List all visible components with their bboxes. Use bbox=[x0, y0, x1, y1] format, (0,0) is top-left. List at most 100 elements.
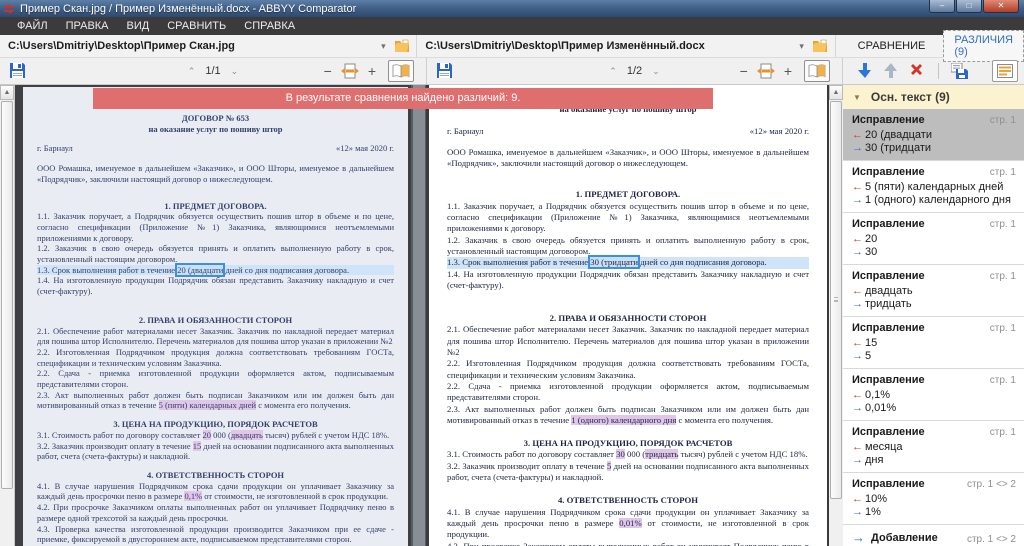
left-document-path[interactable]: C:\Users\Dmitriy\Desktop\Пример Скан.jpg bbox=[0, 40, 375, 52]
right-document-viewer[interactable]: ДОГОВОР № 653на оказание услуг по пошиву… bbox=[429, 85, 827, 546]
difference-value: 30 bbox=[865, 246, 878, 258]
delete-difference-button[interactable] bbox=[910, 63, 926, 79]
doc-paragraph: ООО Ромашка, именуемое в дальнейшем «Зак… bbox=[447, 147, 809, 170]
differences-list: Исправление стр. 1 ← 20 (двадцати → 30 (тридц… bbox=[843, 109, 1024, 546]
doc-paragraph: 2.2. Изготовленная Подрядчиком продукция… bbox=[447, 358, 809, 381]
doc-paragraph: 2.1. Обеспечение работ материалами несет… bbox=[37, 326, 394, 347]
left-path-dropdown-icon[interactable]: ▾ bbox=[375, 41, 391, 52]
difference-page-ref: стр. 1 <> 2 bbox=[966, 534, 1016, 545]
left-document-scrollbar[interactable]: ▲ bbox=[0, 85, 15, 546]
added-arrow-icon: → bbox=[852, 246, 863, 258]
differences-group-header[interactable]: ▼ Осн. текст (9) bbox=[843, 85, 1024, 109]
difference-highlight[interactable]: 0,01% bbox=[619, 517, 642, 528]
right-page-navigation: ⌃ 1/2 ⌄ bbox=[427, 65, 842, 77]
right-scrollbar-thumb[interactable] bbox=[830, 101, 842, 499]
doc-text: 2.2. Изготовленная Подрядчиком продукция… bbox=[37, 346, 394, 368]
doc-text: 3.1. Стоимость работ по договору составл… bbox=[37, 429, 203, 440]
doc-paragraph: 4. ОТВЕТСТВЕННОСТЬ СТОРОН bbox=[37, 470, 394, 481]
menu-edit[interactable]: ПРАВКА bbox=[57, 17, 118, 35]
difference-item[interactable]: Исправление стр. 1 ← 20 → 30 bbox=[843, 213, 1024, 265]
left-scrollbar-thumb[interactable] bbox=[1, 101, 13, 489]
left-document-selector[interactable]: C:\Users\Dmitriy\Desktop\Пример Скан.jpg… bbox=[0, 35, 418, 57]
difference-highlight[interactable]: 20 (двадцати bbox=[177, 264, 224, 275]
right-page-up-icon[interactable]: ⌃ bbox=[599, 66, 627, 76]
difference-removed-line: ← 20 (двадцати bbox=[852, 129, 1016, 142]
difference-added-line: → 1 (одного) календарного дня bbox=[852, 194, 1016, 207]
differences-list-view-button[interactable] bbox=[992, 60, 1018, 82]
difference-page-ref: стр. 1 bbox=[989, 323, 1016, 334]
removed-arrow-icon: ← bbox=[852, 337, 863, 349]
scroll-up-icon[interactable]: ▲ bbox=[0, 85, 14, 100]
doc-text: 1.2. Заказчик в свою очередь обязуется п… bbox=[37, 243, 394, 265]
difference-highlight[interactable]: 30 (тридцати bbox=[590, 257, 639, 268]
difference-item[interactable]: Исправление стр. 1 <> 2 ← 10% → 1% bbox=[843, 473, 1024, 525]
removed-arrow-icon: ← bbox=[852, 181, 863, 193]
arrow-down-icon bbox=[858, 63, 871, 78]
sidebar-tabs: СРАВНЕНИЕ РАЗЛИЧИЯ (9) bbox=[836, 30, 1024, 62]
menu-help[interactable]: СПРАВКА bbox=[235, 17, 304, 35]
menu-file[interactable]: ФАЙЛ bbox=[8, 17, 57, 35]
doc-paragraph: 2.3. Акт выполненных работ должен быть п… bbox=[447, 404, 809, 427]
difference-highlight[interactable]: 20 bbox=[202, 429, 211, 440]
menu-compare[interactable]: СРАВНИТЬ bbox=[158, 17, 235, 35]
doc-text: 2. ПРАВА И ОБЯЗАННОСТИ СТОРОН bbox=[138, 314, 293, 325]
left-document-viewer[interactable]: ДОГОВОР № 653 на оказание услуг по пошиву… bbox=[15, 85, 411, 546]
doc-text: 2.2. Изготовленная Подрядчиком продукция… bbox=[447, 358, 809, 380]
left-page-down-icon[interactable]: ⌄ bbox=[221, 66, 249, 76]
difference-highlight[interactable]: 0,1% bbox=[184, 491, 203, 502]
doc-text: тысяч) рублей с учетом НДС 18%. bbox=[678, 449, 808, 460]
right-open-file-button[interactable] bbox=[810, 37, 832, 56]
difference-highlight[interactable]: 15 bbox=[192, 440, 202, 451]
folder-icon bbox=[394, 39, 409, 52]
left-open-file-button[interactable] bbox=[391, 37, 413, 56]
doc-text: ДОГОВОР № 653 bbox=[181, 113, 250, 123]
doc-paragraph: 2. ПРАВА И ОБЯЗАННОСТИ СТОРОН bbox=[37, 315, 394, 326]
right-document-scrollbar[interactable]: ▲ bbox=[827, 85, 843, 546]
maximize-button[interactable]: □ bbox=[956, 0, 982, 13]
difference-type: Исправление bbox=[852, 478, 925, 490]
difference-item[interactable]: Исправление стр. 1 ← 20 (двадцати → 30 (тридц… bbox=[843, 109, 1024, 161]
difference-highlight[interactable]: 30 bbox=[616, 449, 625, 460]
difference-removed-line: ← 10% bbox=[852, 493, 1016, 506]
right-path-dropdown-icon[interactable]: ▾ bbox=[794, 41, 810, 52]
left-page-up-icon[interactable]: ⌃ bbox=[178, 66, 206, 76]
difference-highlight[interactable]: тридцать bbox=[645, 449, 679, 460]
doc-text: 4.2. При просрочке Заказчиком оплаты вып… bbox=[447, 540, 809, 546]
save-differences-report-button[interactable] bbox=[950, 62, 968, 79]
difference-highlight[interactable]: 1 (одного) календарного дня bbox=[571, 414, 677, 425]
right-document-selector[interactable]: C:\Users\Dmitriy\Desktop\Пример Изменённ… bbox=[417, 35, 836, 57]
menu-view[interactable]: ВИД bbox=[118, 17, 159, 35]
difference-value: 5 (пяти) календарных дней bbox=[865, 181, 1004, 193]
difference-item[interactable]: →Добавлениестр. 1 <> 24.6. Кроме неустой… bbox=[843, 525, 1024, 546]
tab-comparison[interactable]: СРАВНЕНИЕ bbox=[848, 37, 936, 55]
doc-text: 1.2. Заказчик в свою очередь обязуется п… bbox=[447, 234, 809, 256]
difference-highlight[interactable]: 5 (пяти) календарных дней bbox=[158, 400, 257, 411]
left-panel-toolbar: ⌃ 1/1 ⌄ − + bbox=[0, 58, 427, 84]
next-difference-button[interactable] bbox=[858, 63, 874, 79]
right-page-down-icon[interactable]: ⌄ bbox=[642, 66, 670, 76]
difference-type: Исправление bbox=[852, 374, 925, 386]
doc-paragraph: 1. ПРЕДМЕТ ДОГОВОРА. bbox=[37, 201, 394, 212]
doc-text: 000 ( bbox=[624, 449, 646, 460]
collapse-triangle-icon[interactable]: ▼ bbox=[853, 93, 861, 102]
difference-page-ref: стр. 1 <> 2 bbox=[966, 479, 1016, 490]
difference-item[interactable]: Исправление стр. 1 ← двадцать → тридцать bbox=[843, 265, 1024, 317]
close-button[interactable]: ✕ bbox=[983, 0, 1019, 13]
previous-difference-button[interactable] bbox=[884, 63, 900, 79]
difference-item[interactable]: Исправление стр. 1 ← 5 (пяти) календарных д… bbox=[843, 161, 1024, 213]
scroll-up-icon[interactable]: ▲ bbox=[829, 85, 843, 100]
removed-arrow-icon: ← bbox=[852, 493, 863, 505]
difference-type: Исправление bbox=[852, 322, 925, 334]
folder-icon bbox=[813, 39, 828, 52]
difference-removed-line: ← месяца bbox=[852, 441, 1016, 454]
minimize-button[interactable]: – bbox=[929, 0, 955, 13]
added-arrow-icon: → bbox=[852, 454, 863, 466]
difference-highlight[interactable]: двадцать bbox=[230, 429, 263, 440]
difference-item[interactable]: Исправление стр. 1 ← месяца → дня bbox=[843, 421, 1024, 473]
difference-item[interactable]: Исправление стр. 1 ← 15 → 5 bbox=[843, 317, 1024, 369]
difference-item[interactable]: Исправление стр. 1 ← 0,1% → 0,01% bbox=[843, 369, 1024, 421]
right-document-path[interactable]: C:\Users\Dmitriy\Desktop\Пример Изменённ… bbox=[417, 40, 793, 52]
doc-paragraph: 3. ЦЕНА НА ПРОДУКЦИЮ, ПОРЯДОК РАСЧЕТОВ bbox=[37, 419, 394, 430]
doc-text: от стоимости, не изготовленной в срок пр… bbox=[202, 491, 389, 502]
abbyy-comparator-icon bbox=[3, 3, 15, 15]
